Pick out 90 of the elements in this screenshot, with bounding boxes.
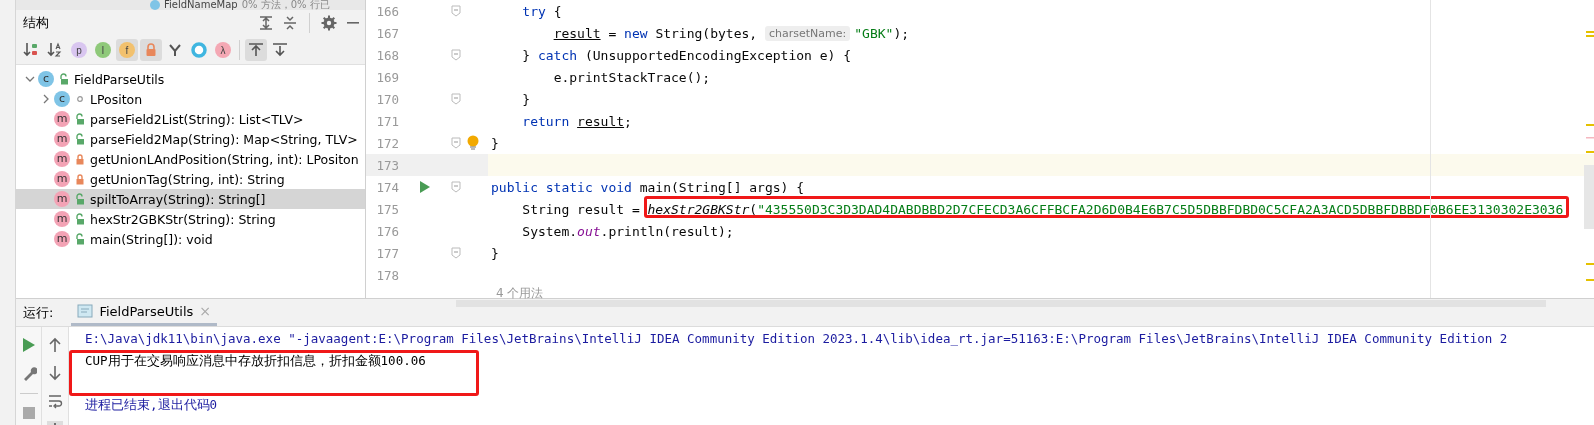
keyword: public static void <box>491 179 632 195</box>
arrow-down-icon <box>271 41 289 59</box>
line-number: 166 <box>375 3 399 19</box>
panel-label: 运行: <box>23 303 54 322</box>
string-literal: "435550D3C3D3DAD4DABDBBD2D7CFECD3A6CFFBCFA2D6D0B4E6B7C5D5DBBFDBD0C5CFA2A3ACD5DBBFDBBDF0B6EE3130302E3036 <box>757 201 1564 217</box>
line-number: 174 <box>375 179 399 195</box>
code-text: = <box>608 25 618 41</box>
keyword: return <box>522 113 570 129</box>
variable: result <box>553 25 601 41</box>
tree-item[interactable]: m getUnionTag(String, int): String <box>16 169 365 189</box>
tree-item[interactable]: m parseField2List(String): List<TLV> <box>16 109 365 129</box>
lock-icon <box>144 42 158 58</box>
soft-wrap-icon[interactable] <box>47 393 63 409</box>
code-text: } <box>491 135 499 151</box>
method-icon: m <box>54 131 70 147</box>
code-text: ; <box>624 113 632 129</box>
line-number: 178 <box>375 267 399 283</box>
code-text: ( <box>749 201 758 217</box>
code-text: System. <box>522 223 578 239</box>
line-number: 177 <box>375 245 399 261</box>
console-line: E:\Java\jdk11\bin\java.exe "-javaagent:E:\Program Files\JetBrains\IntelliJ IDEA Community Edition 2023.1.4\lib\idea_rt.jar=51163:E:\Program Files\JetBrains\IntelliJ IDEA Community Edition 2 <box>85 330 1508 348</box>
class-icon: c <box>54 91 70 107</box>
method-icon: m <box>54 171 70 187</box>
line-number: 175 <box>375 201 399 217</box>
stop-icon[interactable] <box>21 406 36 420</box>
collapse-all-icon[interactable] <box>282 15 298 31</box>
field-name: out <box>577 223 601 239</box>
arrow-up-icon[interactable] <box>48 337 62 353</box>
class-icon: c <box>38 71 54 87</box>
panel-title: 结构 <box>23 14 49 32</box>
line-number: 173 <box>375 157 399 173</box>
run-icon[interactable] <box>21 337 36 353</box>
coverage-text: 0% 方法，0% 行已 <box>241 0 330 10</box>
settings-icon[interactable] <box>321 15 337 31</box>
sort-icon <box>22 41 40 59</box>
method-icon: m <box>54 111 70 127</box>
autoscroll-to-source-button[interactable] <box>245 39 267 61</box>
code-text: String result = <box>522 201 641 217</box>
line-number: 167 <box>375 25 399 41</box>
tree-item[interactable]: m main(String[]): void <box>16 229 365 249</box>
code-text: { <box>553 3 562 19</box>
code-text: } <box>522 47 532 63</box>
line-number: 172 <box>375 135 399 151</box>
class-icon <box>150 0 160 10</box>
sort-alpha-icon <box>46 41 64 59</box>
method-icon: m <box>54 211 70 227</box>
code-text: e.printStackTrace(); <box>553 69 711 85</box>
console-line: 进程已结束,退出代码0 <box>85 396 218 414</box>
fork-icon <box>167 42 183 58</box>
console-line: CUP用于在交易响应消息中存放折扣信息，折扣金额100.06 <box>85 350 426 372</box>
code-text: .println(result); <box>600 223 734 239</box>
line-number: 171 <box>375 113 399 129</box>
console-icon <box>77 304 94 318</box>
expand-all-icon[interactable] <box>258 15 274 31</box>
ring-icon <box>190 41 208 59</box>
keyword: catch <box>537 47 578 63</box>
tree-item[interactable]: c LPositon <box>16 89 365 109</box>
variable: result <box>577 113 625 129</box>
tab-label: FieldParseUtils <box>99 303 194 319</box>
arrow-up-icon <box>247 41 265 59</box>
code-text: ); <box>893 25 910 41</box>
tree-item[interactable]: m getUnionLAndPosition(String, int): LPositon <box>16 149 365 169</box>
tree-item[interactable]: m parseField2Map(String): Map<String, TLV> <box>16 129 365 149</box>
horizontal-scrollbar[interactable] <box>456 300 1546 307</box>
tree-item[interactable]: m hexStr2GBKStr(String): String <box>16 209 365 229</box>
run-tab[interactable]: FieldParseUtils × <box>71 299 218 326</box>
chevron-right-icon[interactable] <box>41 94 51 104</box>
keyword: try <box>522 3 546 19</box>
line-number: 176 <box>375 223 399 239</box>
line-number: 169 <box>375 69 399 85</box>
chevron-down-icon[interactable] <box>25 74 35 84</box>
code-text: String(bytes, <box>655 25 759 41</box>
method-icon: m <box>54 191 70 207</box>
code-text: } <box>522 91 531 107</box>
tree-item[interactable]: c FieldParseUtils <box>16 69 365 89</box>
method-icon: m <box>54 231 70 247</box>
tree-item[interactable]: m spiltToArray(String): String[] <box>16 189 365 209</box>
keyword: new <box>624 25 648 41</box>
method-icon: m <box>54 151 70 167</box>
line-number: 168 <box>375 47 399 63</box>
parameter-hint: charsetName: <box>764 25 851 41</box>
code-text: (UnsupportedEncodingException e) { <box>584 47 852 63</box>
string-literal: "GBK" <box>854 25 894 41</box>
line-number: 170 <box>375 91 399 107</box>
method-call: hexStr2GBKStr <box>647 201 750 217</box>
code-text: main(String[] args) { <box>639 179 805 195</box>
code-text: } <box>491 245 499 261</box>
file-name[interactable]: FieldNameMap <box>164 0 238 10</box>
arrow-down-icon[interactable] <box>48 365 62 381</box>
run-icon[interactable] <box>419 180 431 194</box>
